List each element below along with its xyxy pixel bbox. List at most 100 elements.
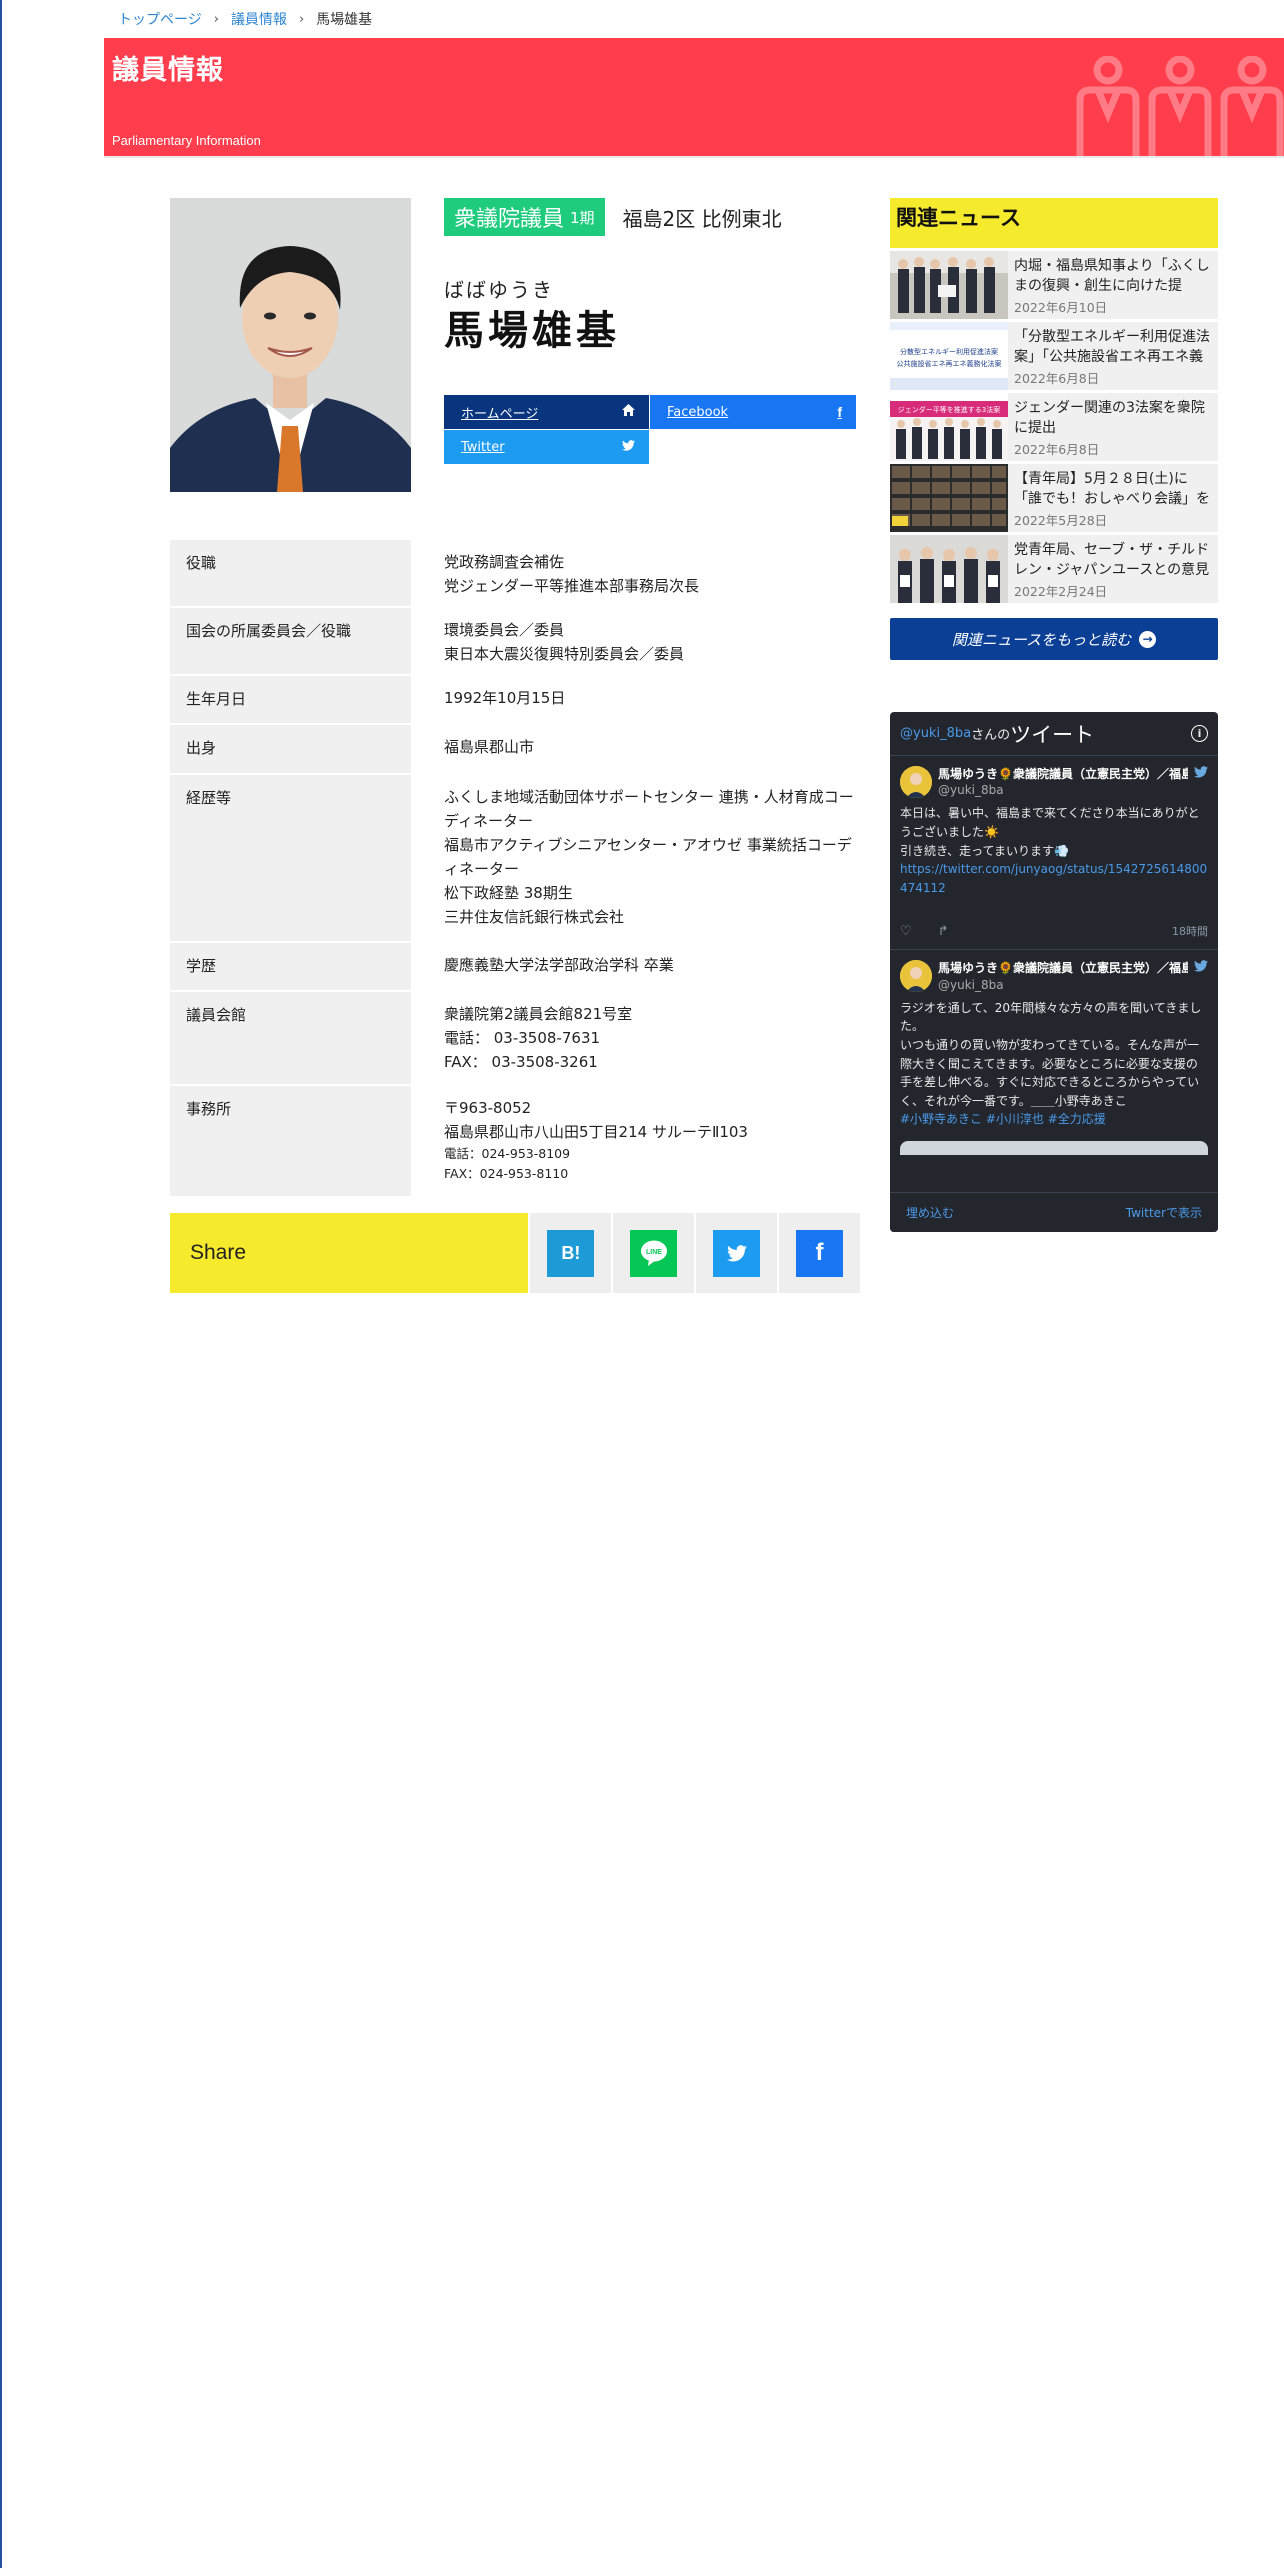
tweet-author-names: 馬場ゆうき🌻衆議院議員（立憲民主党）／福島 @yuki_8ba — [938, 766, 1188, 798]
news-headline: ジェンダー関連の3法案を衆院に提出 — [1014, 400, 1205, 437]
tweet-display-name[interactable]: 馬場ゆうき🌻衆議院議員（立憲民主党）／福島 — [938, 960, 1188, 976]
news-item[interactable]: 【青年局】5月２８日(土)に「誰でも！おしゃべり会議」を開催 2022年5月28… — [890, 464, 1218, 532]
tweet[interactable]: 馬場ゆうき🌻衆議院議員（立憲民主党）／福島 @yuki_8ba 本日は、暑い中、… — [890, 756, 1218, 951]
info-label: 議員会館 — [170, 991, 411, 1084]
info-value: 慶應義塾大学法学部政治学科 卒業 — [411, 943, 860, 990]
tweet-hashtags[interactable]: #小野寺あきこ #小川淳也 #全力応援 — [900, 1112, 1106, 1126]
news-text: 「分散型エネルギー利用促進法案」「公共施設省エネ再エネ義 2022年6月8日 — [1008, 322, 1218, 390]
info-line: 三井住友信託銀行株式会社 — [444, 907, 625, 926]
line-icon-text: LINE — [646, 1249, 662, 1256]
twitter-handle-link[interactable]: @yuki_8ba — [900, 726, 971, 741]
twitter-san-label: さんの — [971, 728, 1011, 743]
info-label: 出身 — [170, 725, 411, 773]
member-portrait-image — [170, 198, 411, 492]
tweet-text-line: 本日は、暑い中、福島まで来てくださり本当にありがとうございました☀️ — [900, 806, 1200, 839]
tweet-screen-name[interactable]: @yuki_8ba — [938, 782, 1188, 798]
news-item[interactable]: 内堀・福島県知事より「ふくしまの復興・創生に向けた提 2022年6月10日 — [890, 251, 1218, 319]
info-row-committee: 国会の所属委員会／役職 環境委員会／委員 東日本大震災復興特別委員会／委員 — [170, 608, 860, 676]
info-line: 〒963-8052 — [444, 1098, 532, 1117]
twitter-bird-icon[interactable] — [1194, 766, 1208, 782]
info-line: 電話： 03-3508-7631 — [444, 1028, 601, 1047]
info-label: 学歴 — [170, 942, 411, 990]
twitter-widget-header: @yuki_8ba さんの ツイート i — [890, 712, 1218, 756]
twitter-bird-icon — [713, 1229, 761, 1277]
avatar[interactable] — [900, 960, 932, 993]
news-date: 2022年5月28日 — [1014, 513, 1108, 528]
tweet-timestamp[interactable]: 18時間 — [1172, 923, 1208, 939]
tweet[interactable]: 馬場ゆうき🌻衆議院議員（立憲民主党）／福島 @yuki_8ba ラジオを通して、… — [890, 950, 1218, 1155]
info-line: 党政務調査会補佐 — [444, 553, 565, 571]
news-text: 【青年局】5月２８日(土)に「誰でも！おしゃべり会議」を開催 2022年5月28… — [1008, 464, 1218, 532]
facebook-button[interactable]: Facebook f — [650, 395, 856, 429]
info-line: 福島県郡山市 — [444, 738, 535, 757]
info-value: 福島県郡山市 — [411, 725, 860, 772]
view-on-twitter-link[interactable]: Twitterで表示 — [1126, 1204, 1202, 1221]
facebook-label: Facebook — [667, 404, 729, 420]
twitter-bird-icon — [622, 439, 635, 455]
page-title: 議員情報 — [112, 55, 224, 86]
share-twitter-button[interactable] — [696, 1213, 778, 1293]
share-bar: Share B! LINE f — [170, 1213, 860, 1293]
news-thumbnail — [890, 535, 1008, 603]
more-news-button[interactable]: 関連ニュースをもっと読む → — [890, 618, 1218, 660]
twitter-bird-icon[interactable] — [1194, 960, 1208, 976]
term-label: 1期 — [570, 208, 595, 227]
info-value: 衆議院第2議員会館821号室 電話： 03-3508-7631 FAX： 03-… — [411, 992, 860, 1084]
news-thumbnail — [890, 251, 1008, 319]
share-facebook-button[interactable]: f — [779, 1213, 860, 1293]
news-item[interactable]: ジェンダー平等を推進する3法案 ジェンダー関連の3法案を衆院に提出 2022年6… — [890, 393, 1218, 461]
news-thumbnail: 分散型エネルギー利用促進法案 公共施設省エネ再エネ義務化法案 — [890, 322, 1008, 390]
news-text: 内堀・福島県知事より「ふくしまの復興・創生に向けた提 2022年6月10日 — [1008, 251, 1218, 319]
tweet-display-name[interactable]: 馬場ゆうき🌻衆議院議員（立憲民主党）／福島 — [938, 766, 1188, 782]
info-line: 衆議院第2議員会館821号室 — [444, 1004, 633, 1023]
info-label: 経歴等 — [170, 774, 411, 941]
twitter-timeline-widget: @yuki_8ba さんの ツイート i 馬場ゆうき🌻衆議院議員（立憲民主党）／… — [890, 712, 1218, 1232]
info-row-diet-office: 議員会館 衆議院第2議員会館821号室 電話： 03-3508-7631 FAX… — [170, 991, 860, 1086]
news-date: 2022年6月8日 — [1014, 442, 1100, 457]
breadcrumb-home-link[interactable]: トップページ — [118, 9, 202, 29]
embed-link[interactable]: 埋め込む — [906, 1204, 954, 1221]
info-label: 生年月日 — [170, 676, 411, 724]
district-label: 福島2区 比例東北 — [622, 206, 782, 231]
share-line-button[interactable]: LINE — [613, 1213, 695, 1293]
news-item[interactable]: 党青年局、セーブ・ザ・チルドレン・ジャパンユースとの意見 2022年2月24日 — [890, 535, 1218, 603]
share-label: Share — [170, 1213, 529, 1293]
share-icon[interactable]: ↱ — [938, 924, 949, 939]
tweet-link[interactable]: https://twitter.com/junyaog/status/15427… — [900, 862, 1207, 895]
avatar[interactable] — [900, 766, 932, 798]
share-hatena-button[interactable]: B! — [530, 1213, 612, 1293]
news-item[interactable]: 分散型エネルギー利用促進法案 公共施設省エネ再エネ義務化法案 「分散型エネルギー… — [890, 322, 1218, 390]
news-thumbnail — [890, 464, 1008, 532]
tweet-text-line: ラジオを通して、20年間様々な方々の声を聞いてきました。 — [900, 1000, 1202, 1034]
homepage-button[interactable]: ホームページ — [444, 395, 649, 429]
info-row-birthplace: 出身 福島県郡山市 — [170, 725, 860, 775]
tweet-screen-name[interactable]: @yuki_8ba — [938, 977, 1188, 993]
news-headline: 「分散型エネルギー利用促進法案」「公共施設省エネ再エネ義 — [1014, 329, 1210, 366]
news-thumb-text: 分散型エネルギー利用促進法案 — [900, 347, 998, 356]
homepage-label: ホームページ — [461, 406, 539, 422]
tweet-media-preview[interactable] — [900, 1140, 1208, 1155]
arrow-right-icon: → — [1139, 630, 1157, 648]
info-value: 〒963-8052 福島県郡山市八山田5丁目214 サルーテⅡ103 電話：02… — [411, 1086, 860, 1196]
breadcrumb-current: 馬場雄基 — [316, 12, 373, 28]
tweet-text-line: いつも通りの買い物が変わってきている。そんな声が一際大きく聞こえてきます。必要な… — [900, 1037, 1200, 1108]
info-line: 福島市アクティブシニアセンター・アオウゼ 事業統括コーディネーター — [444, 835, 852, 878]
news-text: 党青年局、セーブ・ザ・チルドレン・ジャパンユースとの意見 2022年2月24日 — [1008, 535, 1218, 603]
info-line: 福島県郡山市八山田5丁目214 サルーテⅡ103 — [444, 1122, 748, 1141]
info-icon[interactable]: i — [1191, 725, 1208, 742]
info-line: FAX： 03-3508-3261 — [444, 1052, 598, 1071]
news-headline: 【青年局】5月２８日(土)に「誰でも！おしゃべり会議」を開催 — [1014, 471, 1210, 508]
chevron-right-icon: › — [213, 11, 219, 27]
related-news-title: 関連ニュース — [890, 198, 1218, 248]
chamber-badge: 衆議院議員 1期 — [444, 198, 605, 236]
news-thumbnail: ジェンダー平等を推進する3法案 — [890, 393, 1008, 461]
more-news-label: 関連ニュースをもっと読む — [951, 630, 1132, 649]
heart-icon[interactable]: ♡ — [900, 924, 912, 939]
breadcrumb-section-link[interactable]: 議員情報 — [231, 9, 287, 29]
twitter-button[interactable]: Twitter — [444, 430, 649, 464]
member-name: 馬場雄基 — [444, 308, 620, 354]
chamber-label: 衆議院議員 — [454, 207, 565, 232]
info-line: 1992年10月15日 — [444, 689, 566, 707]
info-row-birthday: 生年月日 1992年10月15日 — [170, 676, 860, 726]
tweet-text: 本日は、暑い中、福島まで来てくださり本当にありがとうございました☀️ 引き続き、… — [900, 804, 1208, 897]
